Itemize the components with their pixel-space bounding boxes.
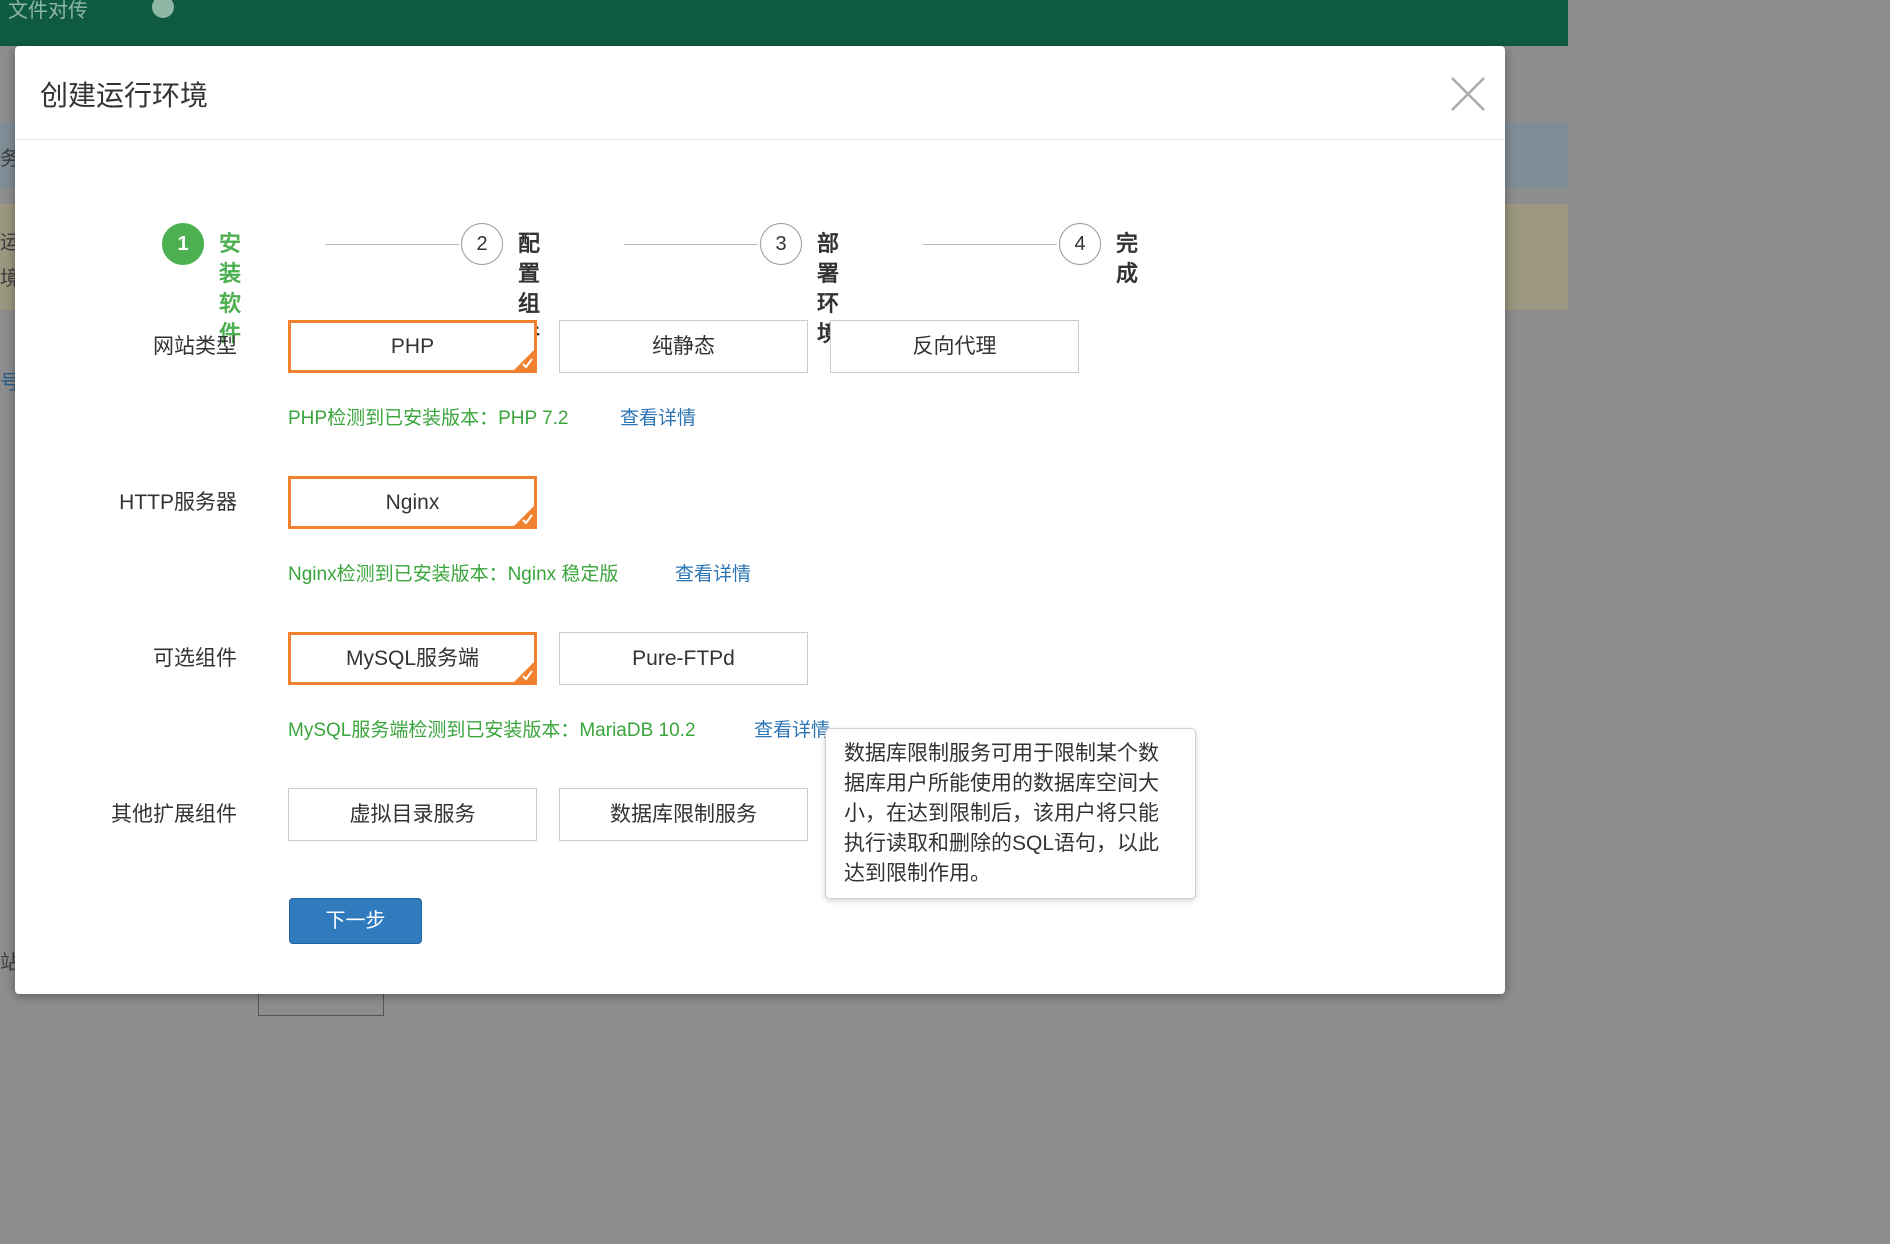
- selected-check-icon: [513, 505, 535, 527]
- background-topbar-title: 文件对传: [8, 0, 88, 22]
- mysql-version-note: MySQL服务端检测到已安装版本：MariaDB 10.2: [288, 720, 696, 741]
- step-4-label: 完成: [1116, 231, 1139, 286]
- next-step-button[interactable]: 下一步: [289, 898, 422, 944]
- close-icon: [1451, 77, 1485, 111]
- background-shape: [258, 994, 384, 1016]
- option-mysql-server[interactable]: MySQL服务端: [288, 632, 537, 685]
- step-connector: [325, 244, 459, 245]
- option-pure-ftpd[interactable]: Pure-FTPd: [559, 632, 808, 685]
- background-check-icon: [152, 0, 174, 18]
- option-php[interactable]: PHP: [288, 320, 537, 373]
- mysql-details-link[interactable]: 查看详情: [754, 718, 830, 744]
- step-3-circle: 3: [760, 223, 802, 265]
- step-connector: [624, 244, 758, 245]
- selected-check-icon: [513, 349, 535, 371]
- background-topbar: 文件对传: [0, 0, 1568, 46]
- dialog-title: 创建运行环境: [40, 80, 209, 111]
- create-environment-dialog: 创建运行环境 1 安装软件 2 配置组件 3 部署环境 4 完成 网站类型 PH…: [15, 46, 1505, 994]
- option-label: 纯静态: [652, 335, 715, 358]
- step-connector: [923, 244, 1057, 245]
- option-label: 反向代理: [912, 335, 997, 358]
- option-reverse-proxy[interactable]: 反向代理: [830, 320, 1079, 373]
- step-4-circle: 4: [1059, 223, 1101, 265]
- option-label: 虚拟目录服务: [349, 803, 476, 826]
- selected-check-icon: [513, 661, 535, 683]
- option-database-limit[interactable]: 数据库限制服务: [559, 788, 808, 841]
- http-server-label: HTTP服务器: [119, 491, 237, 514]
- option-nginx[interactable]: Nginx: [288, 476, 537, 529]
- close-button[interactable]: [1448, 74, 1488, 114]
- dialog-header: 创建运行环境: [15, 46, 1505, 140]
- php-version-note: PHP检测到已安装版本：PHP 7.2: [288, 408, 569, 429]
- extensions-label: 其他扩展组件: [111, 803, 237, 826]
- step-1-circle: 1: [162, 223, 204, 265]
- option-label: PHP: [390, 335, 435, 358]
- option-static[interactable]: 纯静态: [559, 320, 808, 373]
- nginx-details-link[interactable]: 查看详情: [675, 562, 751, 588]
- option-label: Nginx: [385, 491, 440, 514]
- php-details-link[interactable]: 查看详情: [620, 406, 696, 432]
- step-2-circle: 2: [461, 223, 503, 265]
- option-label: MySQL服务端: [345, 647, 479, 670]
- option-label: Pure-FTPd: [632, 647, 735, 670]
- site-type-label: 网站类型: [153, 335, 237, 358]
- option-virtual-directory[interactable]: 虚拟目录服务: [288, 788, 537, 841]
- step-1-label: 安装软件: [219, 231, 242, 346]
- nginx-version-note: Nginx检测到已安装版本：Nginx 稳定版: [288, 564, 619, 585]
- option-label: 数据库限制服务: [610, 803, 757, 826]
- database-limit-tooltip: 数据库限制服务可用于限制某个数据库用户所能使用的数据库空间大小，在达到限制后，该…: [825, 728, 1196, 899]
- optional-components-label: 可选组件: [153, 647, 237, 670]
